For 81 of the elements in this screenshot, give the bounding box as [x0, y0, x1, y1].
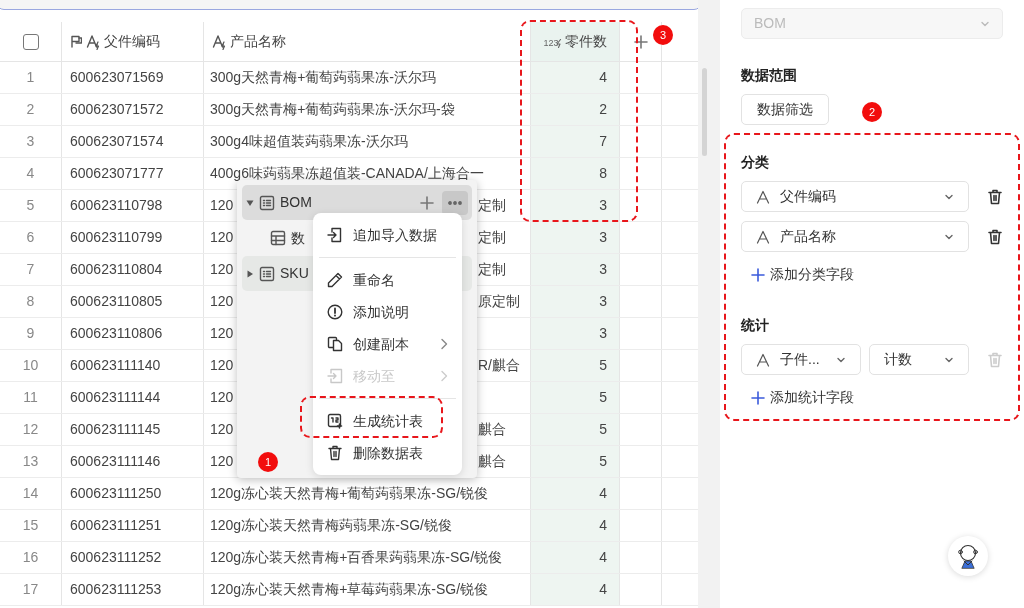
table-cell-text: 120g冻心装天然青梅+葡萄蒟蒻果冻-SG/锐俊	[210, 484, 489, 503]
table-cell-text: 120	[210, 452, 234, 471]
row-number: 3	[0, 126, 62, 157]
table-cell: 4	[531, 542, 620, 573]
table-cell-text: 300g天然青梅+葡萄蒟蒻果冻-沃尔玛-袋	[210, 100, 455, 119]
table-cell: 4	[531, 574, 620, 605]
row-number: 14	[0, 478, 62, 509]
table-cell-text: 麒合	[478, 452, 507, 471]
table-cell-text: 定制	[478, 228, 507, 247]
table-cell: 5	[531, 382, 620, 413]
table-cell-text: R/麒合	[478, 356, 521, 375]
table-cell: 3	[531, 318, 620, 349]
table-cell: 600623111140	[62, 350, 204, 381]
table-cell-text: 定制	[478, 196, 507, 215]
section-title: 分类	[741, 153, 770, 172]
type-label: 123	[543, 39, 559, 48]
table-cell: 600623111146	[62, 446, 204, 477]
row-number: 15	[0, 510, 62, 541]
table-cell: 600623110799	[62, 222, 204, 253]
table-cell-text: 120	[210, 356, 234, 375]
table-cell: 3	[531, 222, 620, 253]
table-cell-text: 120g冻心装天然青梅蒟蒻果冻-SG/锐俊	[210, 516, 452, 535]
table-cell-text: 120g冻心装天然青梅+草莓蒟蒻果冻-SG/锐俊	[210, 580, 489, 599]
table-cell: 4	[531, 478, 620, 509]
row-number: 4	[0, 158, 62, 189]
table-cell-text: 120	[210, 260, 234, 279]
table-cell: 600623111145	[62, 414, 204, 445]
table-cell-text: 120	[210, 196, 234, 215]
table-cell-text: 麒合	[478, 420, 507, 439]
table-cell: 600623111253	[62, 574, 204, 605]
table-cell-text: 原定制	[478, 292, 521, 311]
table-cell: 600623110805	[62, 286, 204, 317]
annotation-badge: 2	[862, 102, 882, 122]
table-cell: 3	[531, 286, 620, 317]
table-cell: 5	[531, 446, 620, 477]
table-cell-text: 120	[210, 420, 234, 439]
table-cell-text: 120g冻心装天然青梅+百香果蒟蒻果冻-SG/锐俊	[210, 548, 503, 567]
table-cell: 2	[531, 94, 620, 125]
table-cell: 600623110798	[62, 190, 204, 221]
table-cell: 600623110806	[62, 318, 204, 349]
row-number: 2	[0, 94, 62, 125]
table-cell: 8	[531, 158, 620, 189]
table-cell-text: 120	[210, 388, 234, 407]
table-cell-text: 120	[210, 324, 234, 343]
table-cell: 600623071569	[62, 62, 204, 93]
table-cell: 3	[531, 254, 620, 285]
table-cell: 600623111252	[62, 542, 204, 573]
row-number: 5	[0, 190, 62, 221]
row-number: 16	[0, 542, 62, 573]
table-cell: 5	[531, 414, 620, 445]
table-cell: 4	[531, 62, 620, 93]
section-title: 统计	[741, 316, 770, 335]
row-number: 11	[0, 382, 62, 413]
row-number: 12	[0, 414, 62, 445]
table-cell: 600623111250	[62, 478, 204, 509]
table-cell: 4	[531, 510, 620, 541]
table-cell: 600623071574	[62, 126, 204, 157]
row-number: 8	[0, 286, 62, 317]
table-cell: 3	[531, 190, 620, 221]
table-cell-text: 120	[210, 228, 234, 247]
table-cell: 600623111144	[62, 382, 204, 413]
row-number: 6	[0, 222, 62, 253]
table-cell: 7	[531, 126, 620, 157]
row-number: 7	[0, 254, 62, 285]
table-cell: 5	[531, 350, 620, 381]
table-cell-text: 400g6味蒟蒻果冻超值装-CANADA/上海合一	[210, 164, 484, 183]
row-number: 10	[0, 350, 62, 381]
annotation-badge: 3	[653, 25, 673, 45]
table-cell-text: 定制	[478, 260, 507, 279]
table-cell: 600623071777	[62, 158, 204, 189]
row-number: 1	[0, 62, 62, 93]
row-number: 17	[0, 574, 62, 605]
table-cell: 600623110804	[62, 254, 204, 285]
row-number: 13	[0, 446, 62, 477]
row-number: 9	[0, 318, 62, 349]
table-cell: 600623071572	[62, 94, 204, 125]
table-cell: 600623111251	[62, 510, 204, 541]
section-title: 数据范围	[741, 66, 798, 85]
table-cell-text: 120	[210, 292, 234, 311]
table-cell-text: 300g4味超值装蒟蒻果冻-沃尔玛	[210, 132, 408, 151]
table-cell-text: 300g天然青梅+葡萄蒟蒻果冻-沃尔玛	[210, 68, 436, 87]
